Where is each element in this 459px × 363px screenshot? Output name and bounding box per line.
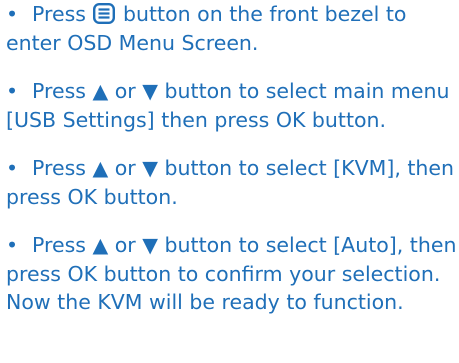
bullet: •	[6, 156, 19, 180]
instruction-step-3: • Press ▲ or ▼ button to select [KVM], th…	[6, 154, 458, 211]
step-4-text: Press ▲ or ▼ button to select [Auto], th…	[6, 233, 457, 314]
bullet: •	[6, 79, 19, 103]
instruction-step-1: • Press button on the front bezel to ente…	[6, 0, 458, 57]
bullet: •	[6, 2, 19, 26]
step-2-text: Press ▲ or ▼ button to select main menu …	[6, 79, 450, 132]
bullet: •	[6, 233, 19, 257]
step-1-text-before-icon: Press	[32, 2, 86, 26]
instruction-step-2: • Press ▲ or ▼ button to select main menu…	[6, 77, 458, 134]
menu-icon	[93, 3, 116, 24]
instruction-list: • Press button on the front bezel to ente…	[6, 0, 458, 337]
instruction-step-4: • Press ▲ or ▼ button to select [Auto], t…	[6, 231, 458, 317]
step-3-text: Press ▲ or ▼ button to select [KVM], the…	[6, 156, 454, 209]
